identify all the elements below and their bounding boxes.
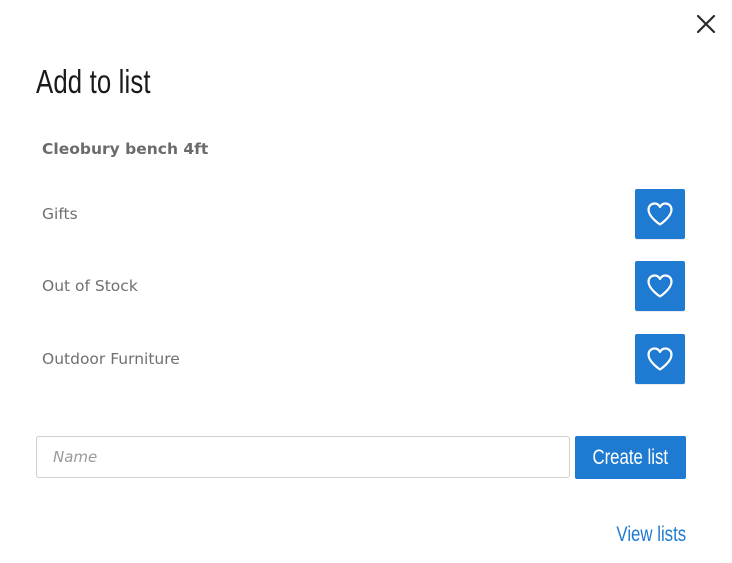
list-name-input[interactable] xyxy=(36,436,570,478)
list-item: Gifts xyxy=(42,189,685,239)
add-to-list-out-of-stock-button[interactable] xyxy=(635,261,685,311)
heart-outline-icon xyxy=(647,202,673,226)
heart-outline-icon xyxy=(647,274,673,298)
create-list-button[interactable]: Create list xyxy=(575,436,686,479)
dialog-title: Add to list xyxy=(36,63,151,100)
list-item-label: Out of Stock xyxy=(42,277,138,295)
list-item: Out of Stock xyxy=(42,261,685,311)
close-icon xyxy=(696,14,716,34)
list-item: Outdoor Furniture xyxy=(42,334,685,384)
list-item-label: Outdoor Furniture xyxy=(42,350,180,368)
add-to-list-outdoor-furniture-button[interactable] xyxy=(635,334,685,384)
product-name: Cleobury bench 4ft xyxy=(42,140,209,158)
create-list-label: Create list xyxy=(592,446,669,469)
add-to-list-gifts-button[interactable] xyxy=(635,189,685,239)
list-item-label: Gifts xyxy=(42,205,78,223)
add-to-list-dialog: Add to list Cleobury bench 4ft Gifts Out… xyxy=(0,0,732,563)
close-button[interactable] xyxy=(694,12,718,36)
view-lists-link[interactable]: View lists xyxy=(616,522,686,548)
heart-outline-icon xyxy=(647,347,673,371)
